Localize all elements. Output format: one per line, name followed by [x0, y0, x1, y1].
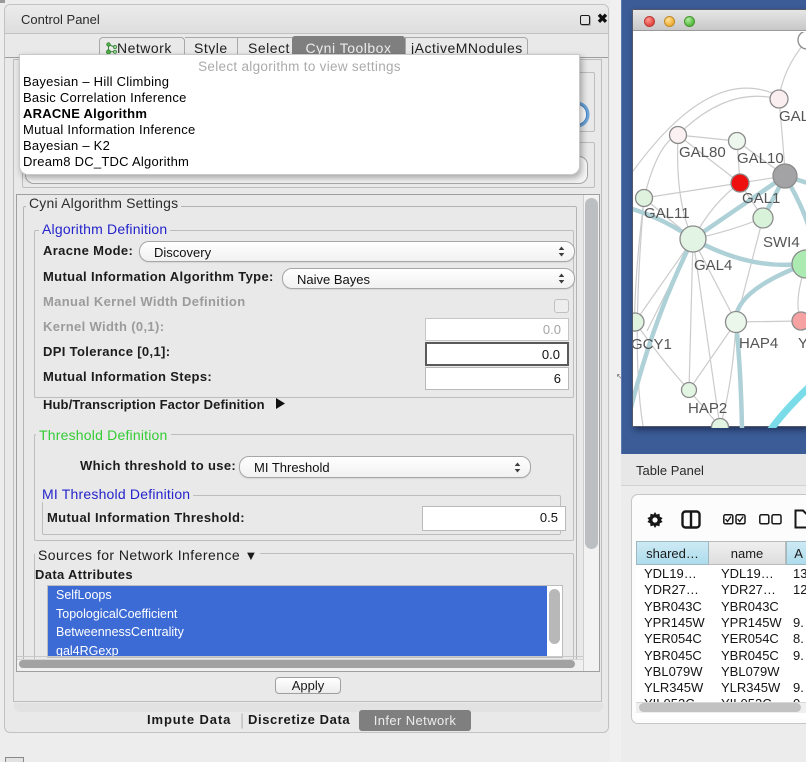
svg-text:HAP4: HAP4: [739, 335, 778, 352]
svg-text:GAL1: GAL1: [742, 190, 780, 207]
svg-text:YJ: YJ: [798, 335, 806, 352]
svg-text:HAP2: HAP2: [688, 400, 727, 417]
svg-text:GAL11: GAL11: [644, 205, 690, 222]
svg-text:GAL7: GAL7: [779, 108, 806, 125]
svg-text:GAL80: GAL80: [679, 144, 726, 161]
svg-text:SWI4: SWI4: [763, 234, 800, 251]
svg-text:GCY1: GCY1: [633, 336, 672, 353]
svg-text:GAL10: GAL10: [737, 150, 784, 167]
svg-text:GAL4: GAL4: [694, 257, 732, 274]
